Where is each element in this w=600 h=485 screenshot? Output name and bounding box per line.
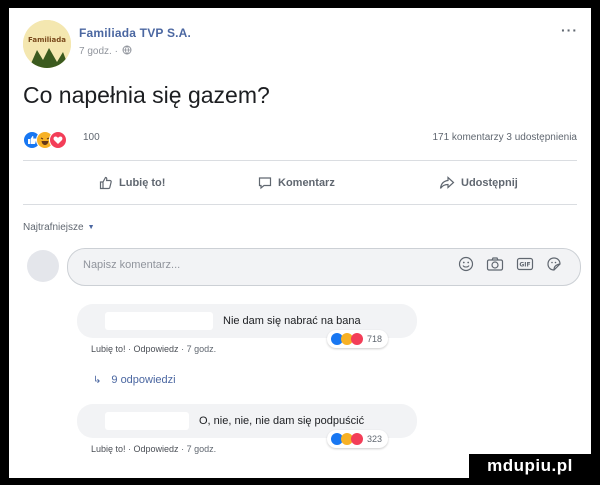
comment-input-icons: GIF [458, 256, 562, 277]
comment-actions: Lubię to! · Odpowiedz · 7 godz. [91, 344, 217, 354]
user-avatar[interactable] [27, 250, 59, 282]
svg-text:GIF: GIF [519, 262, 530, 269]
comment-reply-link[interactable]: Odpowiedz [134, 344, 179, 354]
emoji-icon[interactable] [458, 256, 474, 277]
gif-icon[interactable]: GIF [516, 256, 534, 277]
reply-arrow-icon: ↳ [93, 374, 102, 386]
sort-label: Najtrafniejsze [23, 222, 84, 233]
comment-text: Nie dam się nabrać na bana [223, 315, 361, 327]
comment-sort-dropdown[interactable]: Najtrafniejsze ▼ [23, 222, 95, 233]
thumbs-up-icon [99, 176, 112, 190]
comment-time[interactable]: 7 godz. [187, 344, 217, 354]
comment-actions: Lubię to! · Odpowiedz · 7 godz. [91, 444, 217, 454]
comment-like-link[interactable]: Lubię to! [91, 344, 126, 354]
post-time[interactable]: 7 godz. · [79, 46, 118, 57]
divider [23, 160, 577, 161]
page-avatar[interactable]: Familiada [23, 20, 71, 68]
post-reactions[interactable] [23, 131, 83, 149]
love-reaction-icon [351, 433, 363, 445]
comment-text: O, nie, nie, nie dam się podpuścić [199, 415, 365, 427]
share-arrow-icon [439, 176, 455, 189]
share-button-label: Udostępnij [461, 177, 518, 189]
divider [23, 204, 577, 205]
love-reaction-icon [351, 333, 363, 345]
comment-reaction-count: 718 [367, 334, 383, 344]
commenter-name-redacted[interactable] [105, 412, 189, 430]
like-button[interactable]: Lubię to! [99, 176, 165, 190]
love-reaction-icon [49, 131, 67, 149]
more-options-button[interactable]: ··· [561, 22, 578, 38]
post-text: Co napełnia się gazem? [23, 82, 270, 108]
comment-button-label: Komentarz [278, 177, 335, 189]
post-meta: 7 godz. · [79, 45, 132, 58]
comment-reactions[interactable]: 323 [327, 430, 389, 448]
comment-button[interactable]: Komentarz [258, 176, 335, 190]
facebook-post-card: Familiada Familiada TVP S.A. 7 godz. · ·… [9, 8, 591, 478]
page-name-link[interactable]: Familiada TVP S.A. [79, 26, 191, 40]
svg-text:Familiada: Familiada [28, 36, 66, 44]
comment-reaction-count: 323 [367, 434, 383, 444]
reaction-count[interactable]: 100 [83, 132, 100, 143]
replies-count-label: 9 odpowiedzi [111, 374, 176, 386]
caret-down-icon: ▼ [87, 224, 95, 231]
sticker-icon[interactable] [546, 256, 562, 277]
comment-reactions[interactable]: 718 [327, 330, 389, 348]
comments-shares-count[interactable]: 171 komentarzy 3 udostępnienia [432, 132, 577, 143]
comment-time[interactable]: 7 godz. [187, 444, 217, 454]
comment-icon [258, 177, 272, 190]
like-button-label: Lubię to! [119, 177, 166, 189]
globe-icon [122, 45, 132, 58]
share-button[interactable]: Udostępnij [439, 176, 518, 190]
comment-like-link[interactable]: Lubię to! [91, 444, 126, 454]
comment-reply-link[interactable]: Odpowiedz [134, 444, 179, 454]
comment-input-placeholder: Napisz komentarz... [83, 259, 181, 271]
view-replies-link[interactable]: ↳ 9 odpowiedzi [93, 374, 176, 386]
commenter-name-redacted[interactable] [105, 312, 213, 330]
camera-icon[interactable] [486, 256, 504, 277]
site-watermark: mdupiu.pl [469, 454, 591, 478]
